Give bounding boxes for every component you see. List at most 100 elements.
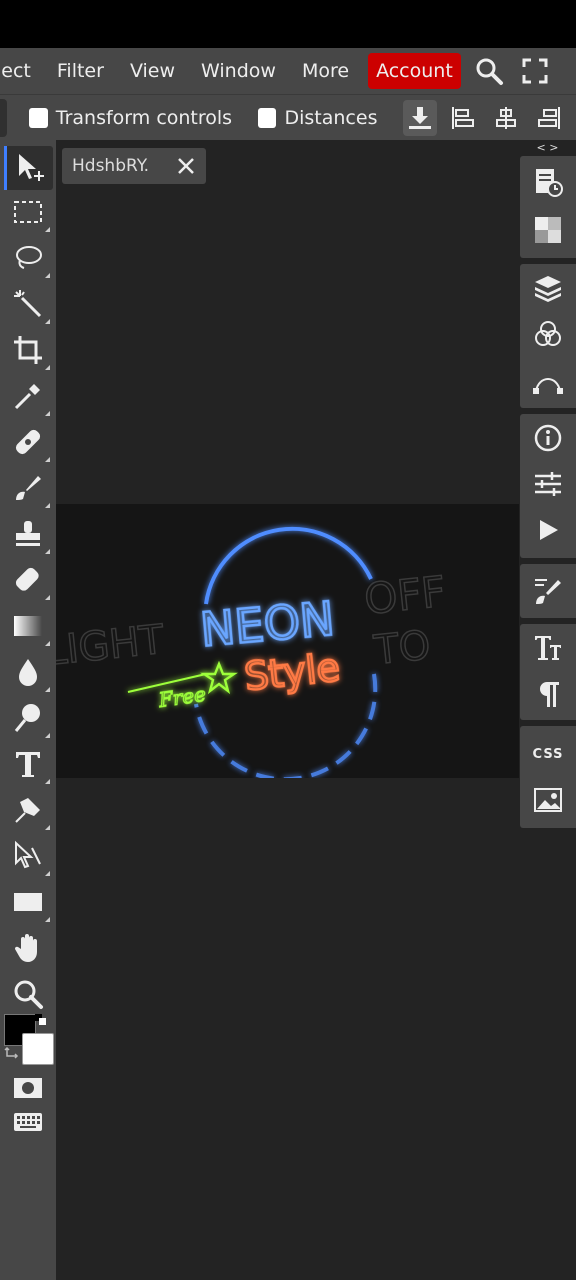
character-icon[interactable] <box>532 632 564 664</box>
panel-group-history <box>520 156 576 258</box>
gradient-tool[interactable] <box>10 608 50 646</box>
document-tab[interactable]: HdshbRY. <box>62 148 206 184</box>
artwork-off-text: OFF <box>362 567 448 624</box>
default-colors-icon[interactable] <box>35 1014 46 1025</box>
menu-select[interactable]: lect <box>0 53 44 89</box>
tools-panel <box>0 140 56 1280</box>
options-dropdown-edge[interactable] <box>0 99 8 137</box>
canvas-area[interactable]: HdshbRY. LIGHT OFF TO NEON Style Free <box>56 140 519 1280</box>
menu-more[interactable]: More <box>289 53 362 89</box>
crop-icon <box>14 336 42 364</box>
hand-icon <box>14 934 37 962</box>
layers-icon[interactable] <box>532 272 564 304</box>
dodge-tool[interactable] <box>10 700 50 738</box>
panel-group-type <box>520 624 576 720</box>
swatches-icon[interactable] <box>532 214 564 246</box>
paragraph-icon[interactable] <box>532 678 564 710</box>
keyboard-icon <box>14 1113 42 1131</box>
gradient-icon <box>14 616 42 636</box>
transform-controls-checkbox[interactable] <box>29 108 48 128</box>
healing-brush-tool[interactable] <box>10 424 50 462</box>
close-tab-icon[interactable] <box>168 148 204 184</box>
align-right-icon[interactable] <box>533 100 566 136</box>
lasso-icon <box>16 246 42 269</box>
search-icon[interactable] <box>469 53 509 89</box>
artwork-light-text: LIGHT <box>56 617 167 675</box>
blur-tool[interactable] <box>10 654 50 692</box>
menu-filter[interactable]: Filter <box>44 53 117 89</box>
type-tool[interactable] <box>10 746 50 784</box>
marquee-tool[interactable] <box>10 194 50 232</box>
panel-group-layers <box>520 264 576 408</box>
align-center-icon[interactable] <box>490 100 523 136</box>
brush-icon <box>16 476 41 500</box>
panel-group-css: CSS <box>520 726 576 828</box>
path-select-tool[interactable] <box>10 838 50 876</box>
stamp-tool[interactable] <box>10 516 50 554</box>
css-icon[interactable]: CSS <box>532 738 564 770</box>
artwork-style-text: Style <box>242 645 342 699</box>
adjustments-icon[interactable] <box>532 468 564 500</box>
image-icon[interactable] <box>532 784 564 816</box>
tool-options-bar: Transform controls Distances <box>0 94 576 141</box>
swap-colors-icon[interactable] <box>4 1046 20 1062</box>
eyedropper-icon <box>14 384 40 410</box>
stamp-icon <box>16 521 40 546</box>
transform-controls-label: Transform controls <box>55 107 233 129</box>
brush-settings-icon[interactable] <box>532 575 564 607</box>
eyedropper-tool[interactable] <box>10 378 50 416</box>
move-icon <box>19 154 44 181</box>
distances-label: Distances <box>284 107 378 129</box>
magic-wand-tool[interactable] <box>10 286 50 324</box>
shape-tool[interactable] <box>10 884 50 922</box>
hand-tool[interactable] <box>10 930 46 966</box>
panel-group-brush <box>520 564 576 618</box>
crop-tool[interactable] <box>10 332 50 370</box>
download-icon[interactable] <box>403 100 437 136</box>
eraser-tool[interactable] <box>10 562 50 600</box>
bandage-icon <box>15 429 41 455</box>
actions-play-icon[interactable] <box>532 514 564 546</box>
path-select-icon <box>15 840 41 869</box>
channels-icon[interactable] <box>532 318 564 350</box>
neon-star-icon <box>200 660 238 695</box>
eraser-icon <box>15 567 39 591</box>
neon-style-artwork: LIGHT OFF TO NEON Style Free <box>56 526 449 778</box>
dodge-icon <box>14 704 40 732</box>
quick-mask-icon <box>14 1078 42 1098</box>
account-button[interactable]: Account <box>368 53 461 89</box>
pen-tool[interactable] <box>10 792 50 830</box>
rectangle-icon <box>14 893 42 911</box>
distances-checkbox[interactable] <box>258 108 277 128</box>
marquee-icon <box>14 201 42 223</box>
panel-collapse-toggle[interactable]: < > <box>519 140 576 156</box>
magic-wand-icon <box>14 290 42 318</box>
lasso-tool[interactable] <box>10 240 50 278</box>
artwork-to-text: TO <box>371 622 432 674</box>
move-tool[interactable] <box>4 146 53 190</box>
paths-icon[interactable] <box>532 364 564 396</box>
status-bar <box>0 0 576 48</box>
menu-bar: lect Filter View Window More Account <box>0 48 576 94</box>
drop-icon <box>19 659 37 686</box>
panel-group-info <box>520 414 576 558</box>
background-color-swatch[interactable] <box>22 1033 54 1065</box>
neon-arc-top <box>204 526 373 605</box>
brush-tool[interactable] <box>10 470 50 508</box>
history-icon[interactable] <box>532 166 564 198</box>
document-image[interactable]: LIGHT OFF TO NEON Style Free <box>56 504 519 778</box>
menu-view[interactable]: View <box>117 53 188 89</box>
pen-icon <box>15 798 40 823</box>
artwork-free-text: Free <box>156 682 207 712</box>
type-icon <box>16 752 40 777</box>
zoom-icon <box>14 980 43 1009</box>
quick-mask-button[interactable] <box>10 1070 46 1106</box>
right-panel: < > CSS <box>519 140 576 1280</box>
keyboard-button[interactable] <box>10 1104 46 1140</box>
info-icon[interactable] <box>532 422 564 454</box>
document-tab-title: HdshbRY. <box>72 156 150 176</box>
zoom-tool[interactable] <box>10 976 46 1012</box>
align-left-icon[interactable] <box>447 100 480 136</box>
fullscreen-icon[interactable] <box>515 53 555 89</box>
menu-window[interactable]: Window <box>188 53 289 89</box>
